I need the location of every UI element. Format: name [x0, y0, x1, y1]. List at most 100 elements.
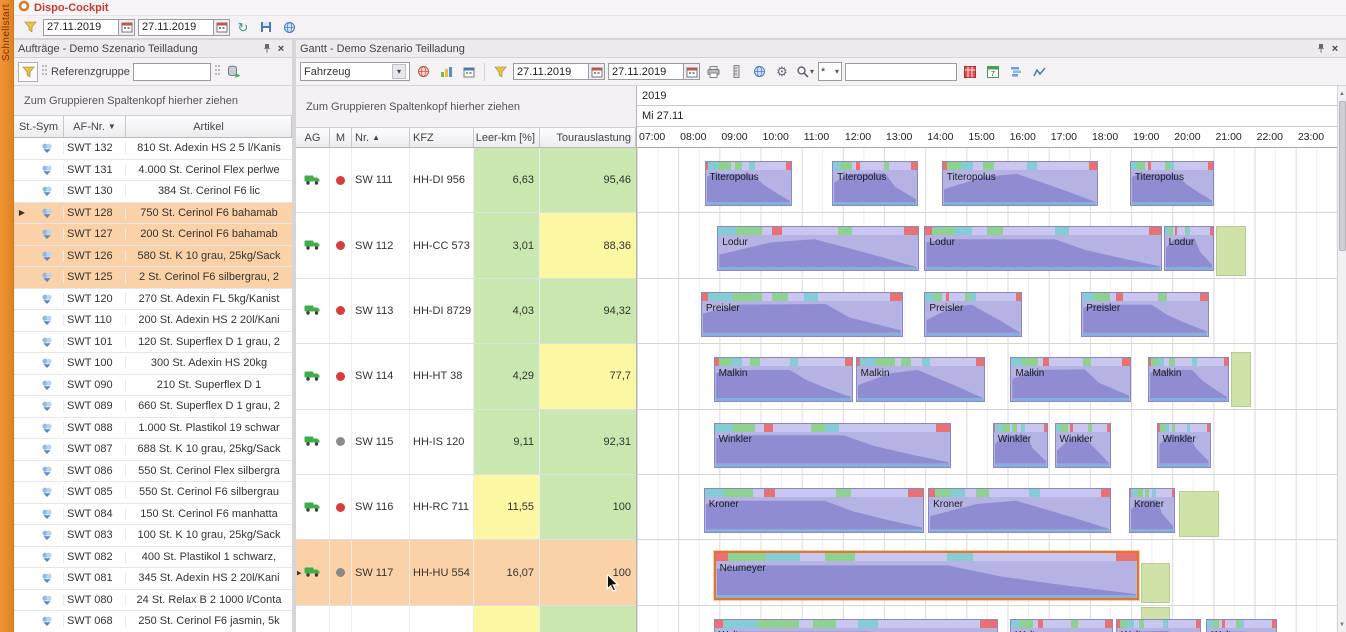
- order-row[interactable]: ▶ SWT 128 750 St. Cerinol F6 bahamab: [14, 202, 292, 224]
- close-icon[interactable]: ×: [274, 42, 288, 56]
- tour-bar[interactable]: Kroner: [1129, 487, 1176, 533]
- ruler-icon[interactable]: [726, 62, 746, 82]
- referenzgruppe-input[interactable]: [132, 62, 211, 81]
- close-icon[interactable]: ×: [1328, 42, 1342, 56]
- globe-icon[interactable]: [413, 62, 433, 82]
- search-icon[interactable]: ▾: [795, 62, 815, 82]
- tour-bar[interactable]: Titeropolus: [1129, 161, 1215, 206]
- order-row[interactable]: SWT 083 100 St. K 10 grau, 25kg/Sack: [14, 525, 292, 547]
- drag-handle-icon[interactable]: [214, 63, 221, 80]
- tour-bar[interactable]: Neumeyer: [713, 551, 1139, 601]
- order-row[interactable]: SWT 090 210 St. Superflex D 1: [14, 374, 292, 396]
- tour-bar[interactable]: Walter: [713, 618, 998, 632]
- scroll-up-icon[interactable]: ▲: [1338, 86, 1346, 101]
- tour-row[interactable]: SW 115 HH-IS 120 9,11 92,31: [296, 409, 636, 475]
- calendar-button[interactable]: [213, 18, 230, 36]
- order-row[interactable]: SWT 132 810 St. Adexin HS 2 5 l/Kanis: [14, 138, 292, 160]
- chart-icon[interactable]: [436, 62, 456, 82]
- tour-bar[interactable]: Winkler: [1157, 422, 1211, 468]
- gantt-search-input[interactable]: [845, 62, 958, 81]
- tour-bar[interactable]: Malkin: [1147, 357, 1230, 403]
- tour-bar[interactable]: Lodur: [924, 226, 1162, 272]
- calendar-button[interactable]: [118, 18, 135, 36]
- curve-icon[interactable]: [1029, 62, 1049, 82]
- column-header-nr[interactable]: Nr. ▲: [352, 128, 410, 147]
- filter-icon[interactable]: [18, 61, 38, 82]
- calendar-button[interactable]: [588, 63, 605, 80]
- tour-bar[interactable]: Titeropolus: [832, 161, 919, 206]
- drag-handle-icon[interactable]: [41, 63, 48, 80]
- red-calendar-icon[interactable]: [960, 62, 980, 82]
- fahrzeug-select[interactable]: Fahrzeug ▾: [300, 62, 410, 81]
- tour-bar[interactable]: Malkin: [855, 357, 985, 403]
- tour-row[interactable]: SW 113 HH-DI 8729 4,03 94,32: [296, 278, 636, 345]
- tour-row[interactable]: SW 114 HH-HT 38 4,29 77,7: [296, 344, 636, 410]
- column-header-st-sym[interactable]: St.-Sym: [14, 116, 64, 137]
- calendar-week-icon[interactable]: 7: [983, 62, 1003, 82]
- tour-bar[interactable]: Lodur: [1163, 226, 1215, 272]
- tour-bar[interactable]: Preisler: [700, 291, 903, 337]
- database-export-icon[interactable]: [224, 62, 244, 82]
- tour-bar[interactable]: Lodur: [717, 226, 920, 272]
- order-row[interactable]: SWT 120 270 St. Adexin FL 5kg/Kanist: [14, 288, 292, 310]
- order-row[interactable]: SWT 125 2 St. Cerinol F6 silbergrau, 2: [14, 267, 292, 289]
- order-row[interactable]: SWT 068 250 St. Cerinol F6 jasmin, 5k: [14, 611, 292, 632]
- order-row[interactable]: SWT 100 300 St. Adexin HS 20kg: [14, 353, 292, 375]
- gantt-date-to-input[interactable]: [608, 63, 684, 80]
- column-header-m[interactable]: M: [330, 128, 352, 147]
- order-row[interactable]: SWT 082 400 St. Plastikol 1 schwarz,: [14, 546, 292, 568]
- globe-icon[interactable]: [279, 17, 299, 37]
- tour-bar[interactable]: Walter: [1116, 618, 1201, 632]
- date-to-input[interactable]: [138, 18, 214, 36]
- tour-bar[interactable]: Kroner: [703, 487, 925, 533]
- web-link-icon[interactable]: [749, 62, 769, 82]
- auftraege-group-hint[interactable]: Zum Gruppieren Spaltenkopf hierher ziehe…: [14, 86, 292, 116]
- tour-bar[interactable]: Walter: [1206, 618, 1278, 632]
- filter-icon[interactable]: [20, 17, 40, 37]
- order-row[interactable]: SWT 088 1.000 St. Plastikol 19 schwar: [14, 417, 292, 439]
- printer-icon[interactable]: [703, 62, 723, 82]
- tour-row[interactable]: ▸ SW 117 HH-HU 554 16,07 100: [296, 540, 636, 606]
- tour-bar[interactable]: Preisler: [924, 291, 1023, 337]
- tour-bar[interactable]: Walter: [1010, 618, 1113, 632]
- calendar-plus-icon[interactable]: [459, 62, 479, 82]
- order-row[interactable]: SWT 089 660 St. Superflex D 1 grau, 2: [14, 396, 292, 418]
- tour-bar[interactable]: Titeropolus: [941, 161, 1098, 206]
- gear-icon[interactable]: ⚙: [772, 62, 792, 82]
- refresh-icon[interactable]: ↻: [233, 17, 253, 37]
- tour-bar[interactable]: Preisler: [1081, 291, 1210, 337]
- order-row[interactable]: SWT 101 120 St. Superflex D 1 grau, 2: [14, 331, 292, 353]
- tour-row[interactable]: SW 112 HH-CC 573 3,01 88,36: [296, 213, 636, 279]
- gantt-group-hint[interactable]: Zum Gruppieren Spaltenkopf hierher ziehe…: [296, 86, 636, 128]
- tour-bar[interactable]: Titeropolus: [704, 161, 792, 206]
- gantt-date-from-input[interactable]: [513, 63, 589, 80]
- order-row[interactable]: SWT 085 550 St. Cerinol F6 silbergrau: [14, 482, 292, 504]
- save-icon[interactable]: [256, 17, 276, 37]
- tour-row[interactable]: SW 111 HH-DI 956 6,63 95,46: [296, 148, 636, 214]
- scroll-down-icon[interactable]: ▼: [1338, 617, 1346, 632]
- order-row[interactable]: SWT 131 4.000 St. Cerinol Flex perlwe: [14, 159, 292, 181]
- order-row[interactable]: SWT 110 200 St. Adexin HS 2 20l/Kani: [14, 310, 292, 332]
- order-row[interactable]: SWT 084 150 St. Cerinol F6 manhatta: [14, 503, 292, 525]
- tour-bar[interactable]: Malkin: [713, 357, 853, 403]
- schnellstart-tab[interactable]: Schnellstart: [0, 0, 14, 632]
- column-header-kfz[interactable]: KFZ: [410, 128, 474, 147]
- order-row[interactable]: SWT 130 384 St. Cerinol F6 lic: [14, 181, 292, 203]
- column-header-af-nr[interactable]: AF-Nr. ▼: [64, 116, 126, 137]
- scrollbar-thumb[interactable]: [1338, 101, 1346, 251]
- tour-bar[interactable]: Winkler: [992, 422, 1048, 468]
- order-row[interactable]: SWT 127 200 St. Cerinol F6 bahamab: [14, 224, 292, 246]
- tour-bar[interactable]: Winkler: [713, 422, 951, 468]
- order-row[interactable]: SWT 087 688 St. K 10 grau, 25kg/Sack: [14, 439, 292, 461]
- order-row[interactable]: SWT 126 580 St. K 10 grau, 25kg/Sack: [14, 245, 292, 267]
- column-header-artikel[interactable]: Artikel: [126, 116, 292, 137]
- timeline-icon[interactable]: [1006, 62, 1026, 82]
- order-row[interactable]: SWT 086 550 St. Cerinol Flex silbergra: [14, 460, 292, 482]
- date-from-input[interactable]: [43, 18, 119, 36]
- order-row[interactable]: SWT 080 24 St. Relax B 2 1000 l/Conta: [14, 589, 292, 611]
- filter-icon[interactable]: [490, 62, 510, 82]
- tour-bar[interactable]: Malkin: [1010, 357, 1132, 403]
- column-header-ag[interactable]: AG: [296, 128, 330, 147]
- pin-icon[interactable]: [1314, 42, 1328, 56]
- calendar-button[interactable]: [683, 63, 700, 80]
